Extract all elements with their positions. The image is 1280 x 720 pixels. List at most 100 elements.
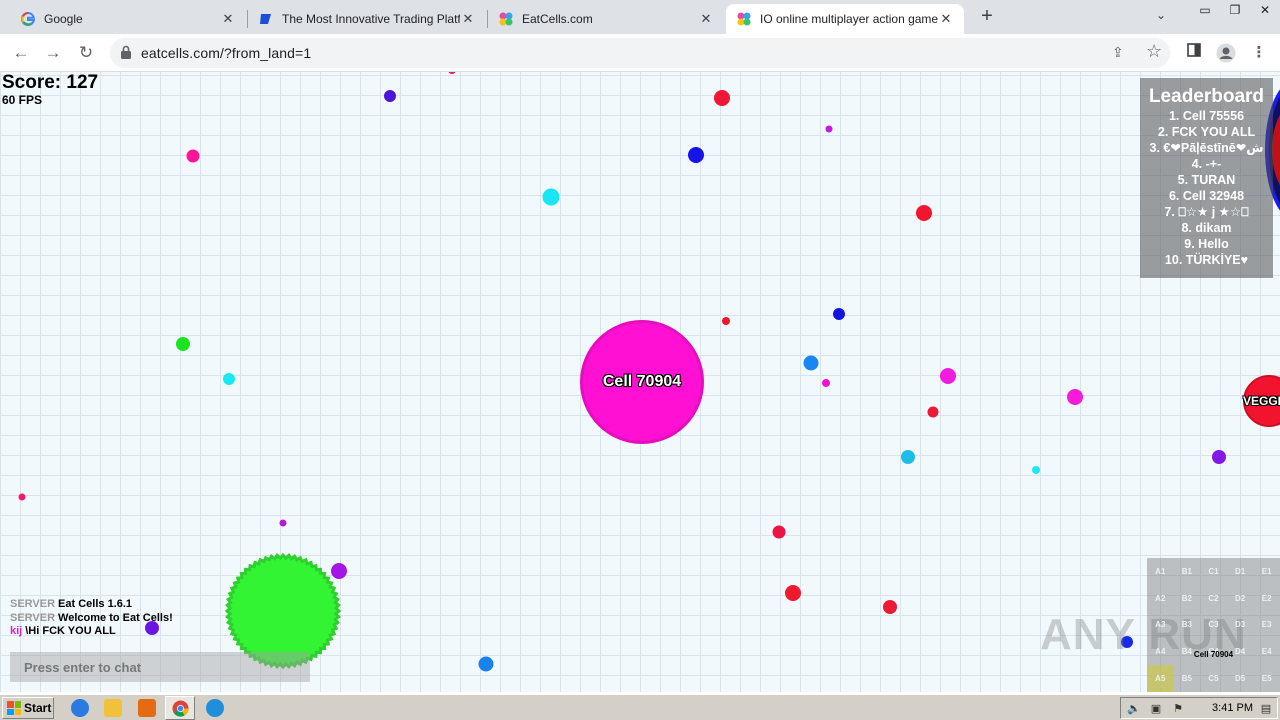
pellet: [478, 656, 494, 672]
pellet: [927, 406, 939, 418]
forward-arrow-icon[interactable]: →: [41, 41, 65, 65]
fps-label: 60 FPS: [2, 93, 43, 107]
window-controls: ▭ ❐ ✕: [1190, 0, 1280, 34]
minimap-cell: D2: [1234, 593, 1246, 603]
menu-kebab-icon[interactable]: ⋮: [1249, 43, 1269, 63]
url-text[interactable]: eatcells.com/?from_land=1: [141, 45, 311, 61]
profile-avatar-icon[interactable]: [1216, 43, 1236, 63]
back-arrow-icon[interactable]: ←: [9, 41, 33, 65]
tab-title: IO online multiplayer action game. S: [760, 12, 938, 26]
chat-text: Welcome to Eat Cells!: [58, 611, 173, 624]
pellet: [279, 519, 287, 527]
pellet: [714, 90, 730, 106]
chevron-down-icon[interactable]: ⌄: [1152, 8, 1170, 26]
player-cell: Cell 70904: [580, 320, 704, 444]
minimap-cell: B3: [1181, 620, 1192, 630]
network-icon[interactable]: ▣: [1149, 702, 1163, 715]
minimap-cell: E1: [1261, 566, 1272, 576]
leaderboard-entry: 3. €❤Pāļēstīnē❤ش: [1149, 141, 1264, 155]
leaderboard: Leaderboard 1. Cell 75556 2. FCK YOU ALL…: [1140, 78, 1273, 278]
side-panel-icon[interactable]: [1184, 43, 1204, 63]
chat-input[interactable]: [10, 652, 310, 682]
bookmark-star-icon[interactable]: ☆: [1146, 41, 1162, 62]
trading-platform-icon: [258, 11, 274, 27]
minimap-cell: C4: [1208, 647, 1219, 657]
pellet: [833, 308, 845, 320]
tab-eatcells[interactable]: EatCells.com ✕: [488, 4, 724, 34]
minimap-cell: D5: [1234, 674, 1246, 684]
tab-google[interactable]: Google ✕: [10, 4, 246, 34]
chat-message: SERVER Welcome to Eat Cells!: [10, 612, 173, 626]
minimap-cell: A2: [1155, 593, 1166, 603]
leaderboard-entry: 7. ⎕☆★ j ★☆⎕: [1164, 205, 1249, 219]
pellet: [883, 600, 897, 614]
chat-message: kij \Hi FCK YOU ALL: [10, 625, 173, 639]
minimap-cell: C3: [1208, 620, 1219, 630]
chrome-icon: [172, 700, 189, 717]
leaderboard-entry: 6. Cell 32948: [1168, 189, 1245, 203]
minimap-cell: A1: [1155, 566, 1166, 576]
new-tab-button[interactable]: +: [976, 6, 998, 28]
close-icon[interactable]: ✕: [938, 11, 954, 27]
tab-title: Google: [44, 12, 83, 26]
minimap-cell: A4: [1155, 647, 1166, 657]
browser-toolbar: ← → ↻ eatcells.com/?from_land=1 ⇪ ☆ ⋮: [0, 34, 1280, 72]
pellet: [688, 147, 704, 163]
pellet: [785, 585, 801, 601]
chat-message: SERVER Eat Cells 1.6.1: [10, 598, 173, 612]
edge-icon[interactable]: [206, 699, 224, 717]
minimap-cell: E2: [1261, 593, 1272, 603]
close-window-icon[interactable]: ✕: [1250, 0, 1280, 20]
google-g-icon: [20, 11, 36, 27]
pellet: [18, 493, 26, 501]
minimap: A1 B1 C1 D1 E1 A2 B2 C2 D2 E2 A3 B3 C3 D3 E3 A4 B4 C4 D4 E4…: [1147, 558, 1280, 692]
volume-icon[interactable]: 🔈: [1127, 702, 1141, 715]
pellet: [772, 525, 786, 539]
minimize-icon[interactable]: ▭: [1190, 0, 1220, 20]
close-icon[interactable]: ✕: [220, 11, 236, 27]
flag-icon[interactable]: ⚑: [1171, 702, 1185, 715]
chat-log: SERVER Eat Cells 1.6.1 SERVER Welcome to E…: [10, 598, 173, 639]
leaderboard-entry: 5. TURAN: [1177, 173, 1236, 187]
pellet: [542, 188, 560, 206]
pellet: [1212, 450, 1226, 464]
leaderboard-entry: 1. Cell 75556: [1168, 109, 1245, 123]
clock: 3:41 PM: [1212, 702, 1253, 714]
media-player-icon[interactable]: [138, 699, 156, 717]
close-icon[interactable]: ✕: [460, 11, 476, 27]
leaderboard-entry: 2. FCK YOU ALL: [1157, 125, 1256, 139]
minimap-cell: E5: [1261, 674, 1272, 684]
pellet: [722, 317, 730, 325]
leaderboard-entry: 9. Hello: [1184, 237, 1229, 251]
minimap-cell: B4: [1181, 647, 1192, 657]
leaderboard-title: Leaderboard: [1148, 86, 1265, 107]
pellet: [1032, 466, 1040, 474]
restore-icon[interactable]: ❐: [1220, 0, 1250, 20]
chrome-taskbar-button[interactable]: [165, 696, 195, 720]
close-icon[interactable]: ✕: [698, 11, 714, 27]
start-button[interactable]: Start: [2, 697, 54, 719]
system-tray: 🔈 ▣ ⚑ 3:41 PM ▤: [1120, 697, 1278, 719]
folder-icon[interactable]: [104, 699, 122, 717]
minimap-cell: E3: [1261, 620, 1272, 630]
game-canvas[interactable]: Cell 70904 VEGGE Score: 127 60 FPS Leade…: [0, 72, 1280, 692]
pellet: [825, 125, 833, 133]
minimap-cell: A3: [1155, 620, 1166, 630]
show-desktop-icon[interactable]: ▤: [1259, 702, 1273, 715]
score-label: Score: 127: [2, 72, 99, 93]
pellet: [901, 450, 915, 464]
minimap-cell: B5: [1181, 674, 1192, 684]
tab-trading-platform[interactable]: The Most Innovative Trading Platform ✕: [248, 4, 486, 34]
share-icon[interactable]: ⇪: [1112, 44, 1124, 61]
ie-icon[interactable]: [71, 699, 89, 717]
minimap-cell: A5: [1147, 665, 1174, 692]
pellet: [803, 355, 819, 371]
lock-icon[interactable]: [120, 45, 136, 61]
start-label: Start: [24, 701, 52, 715]
reload-icon[interactable]: ↻: [74, 41, 98, 65]
pellet: [940, 368, 956, 384]
leaderboard-entry: 4. -+-: [1191, 157, 1222, 171]
minimap-cell: C2: [1208, 593, 1219, 603]
tab-io-game[interactable]: IO online multiplayer action game. S ✕: [726, 4, 964, 34]
address-bar[interactable]: eatcells.com/?from_land=1 ⇪ ☆: [110, 38, 1170, 68]
